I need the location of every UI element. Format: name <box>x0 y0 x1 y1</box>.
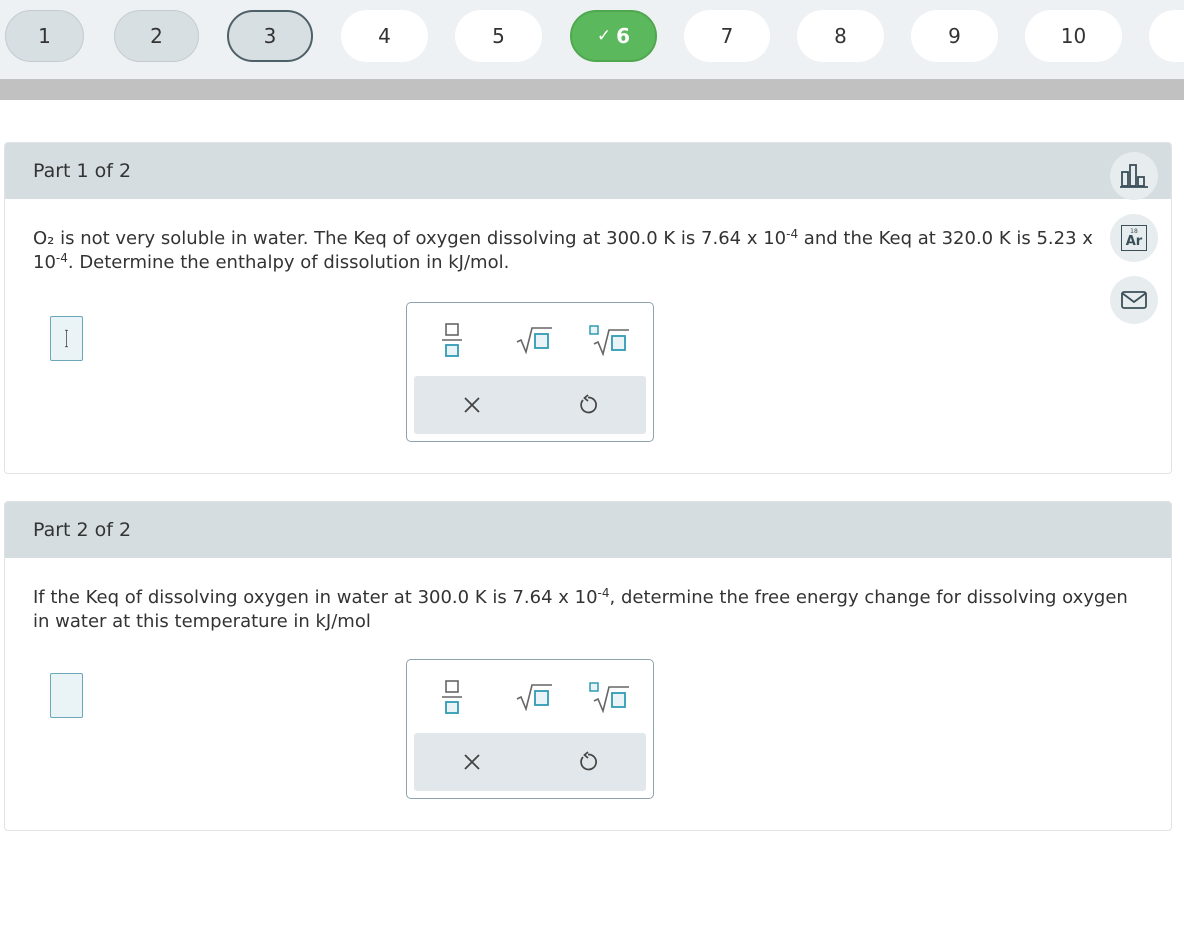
fraction-button[interactable] <box>427 676 477 718</box>
question-3-button[interactable]: 3 <box>227 10 313 62</box>
undo-icon <box>580 751 597 771</box>
undo-button[interactable] <box>558 384 618 426</box>
nth-root-icon <box>589 325 629 356</box>
question-6-button[interactable]: ✓ 6 <box>570 10 657 62</box>
question-text-segment: . Determine the enthalpy of dissolution … <box>67 252 510 273</box>
exponent: -4 <box>55 251 68 265</box>
fraction-icon <box>442 323 462 357</box>
part-title: Part 2 of 2 <box>33 519 132 541</box>
text-cursor-icon <box>65 329 68 348</box>
fraction-icon <box>442 680 462 714</box>
answer-input[interactable] <box>50 316 83 361</box>
question-navigation-bar: 1 2 3 4 5 ✓ 6 7 8 9 10 <box>0 0 1184 79</box>
question-number: 5 <box>492 24 505 48</box>
question-next-partial-button[interactable] <box>1149 10 1184 62</box>
question-number: 10 <box>1060 24 1087 48</box>
question-4-button[interactable]: 4 <box>341 10 428 62</box>
exponent: -4 <box>786 227 799 241</box>
question-number: 9 <box>948 24 961 48</box>
square-root-icon <box>516 684 552 711</box>
nth-root-icon <box>589 682 629 713</box>
nth-root-button[interactable] <box>584 676 634 718</box>
undo-icon <box>580 394 597 414</box>
question-8-button[interactable]: 8 <box>797 10 884 62</box>
clear-button[interactable] <box>442 741 502 783</box>
fraction-button[interactable] <box>427 319 477 361</box>
palette-actions <box>414 376 646 434</box>
part-2-panel: Part 2 of 2 If the Keq of dissolving oxy… <box>4 501 1172 831</box>
part-1-header: Part 1 of 2 <box>5 143 1171 199</box>
check-icon: ✓ <box>596 26 612 46</box>
question-text: O₂ is not very soluble in water. The Keq… <box>33 227 1113 275</box>
palette-actions <box>414 733 646 791</box>
question-text-segment: O₂ is not very soluble in water. The Keq… <box>33 228 787 249</box>
question-number: 1 <box>38 24 51 48</box>
question-number: 6 <box>616 24 631 48</box>
clear-button[interactable] <box>442 384 502 426</box>
answer-input[interactable] <box>50 673 83 718</box>
question-text-segment: If the Keq of dissolving oxygen in water… <box>33 587 598 608</box>
clear-icon <box>464 754 480 770</box>
periodic-table-button[interactable]: 18 Ar <box>1110 214 1158 262</box>
question-text: If the Keq of dissolving oxygen in water… <box>33 586 1143 634</box>
question-5-button[interactable]: 5 <box>455 10 542 62</box>
part-title: Part 1 of 2 <box>33 160 132 182</box>
question-number: 7 <box>720 24 734 48</box>
message-button[interactable] <box>1110 276 1158 324</box>
progress-bar-track <box>0 79 1184 100</box>
part-1-panel: Part 1 of 2 O₂ is not very soluble in wa… <box>4 142 1172 474</box>
question-number: 4 <box>378 24 391 48</box>
question-2-button[interactable]: 2 <box>114 10 199 62</box>
question-number: 2 <box>150 24 163 48</box>
data-tools-button[interactable] <box>1110 152 1158 200</box>
bar-chart-icon <box>1120 164 1148 188</box>
question-number: 8 <box>834 24 847 48</box>
periodic-table-icon: 18 Ar <box>1121 225 1147 251</box>
question-9-button[interactable]: 9 <box>911 10 998 62</box>
element-symbol: Ar <box>1125 233 1143 249</box>
square-root-button[interactable] <box>509 319 559 361</box>
undo-button[interactable] <box>558 741 618 783</box>
nth-root-button[interactable] <box>584 319 634 361</box>
square-root-button[interactable] <box>509 676 559 718</box>
question-1-button[interactable]: 1 <box>5 10 84 62</box>
mail-icon <box>1121 291 1147 309</box>
math-palette <box>406 659 654 799</box>
math-palette <box>406 302 654 442</box>
square-root-icon <box>516 327 552 354</box>
part-2-header: Part 2 of 2 <box>5 502 1171 558</box>
question-number: 3 <box>263 24 277 48</box>
question-7-button[interactable]: 7 <box>684 10 770 62</box>
exponent: -4 <box>597 586 610 600</box>
question-10-button[interactable]: 10 <box>1025 10 1122 62</box>
clear-icon <box>464 397 480 413</box>
